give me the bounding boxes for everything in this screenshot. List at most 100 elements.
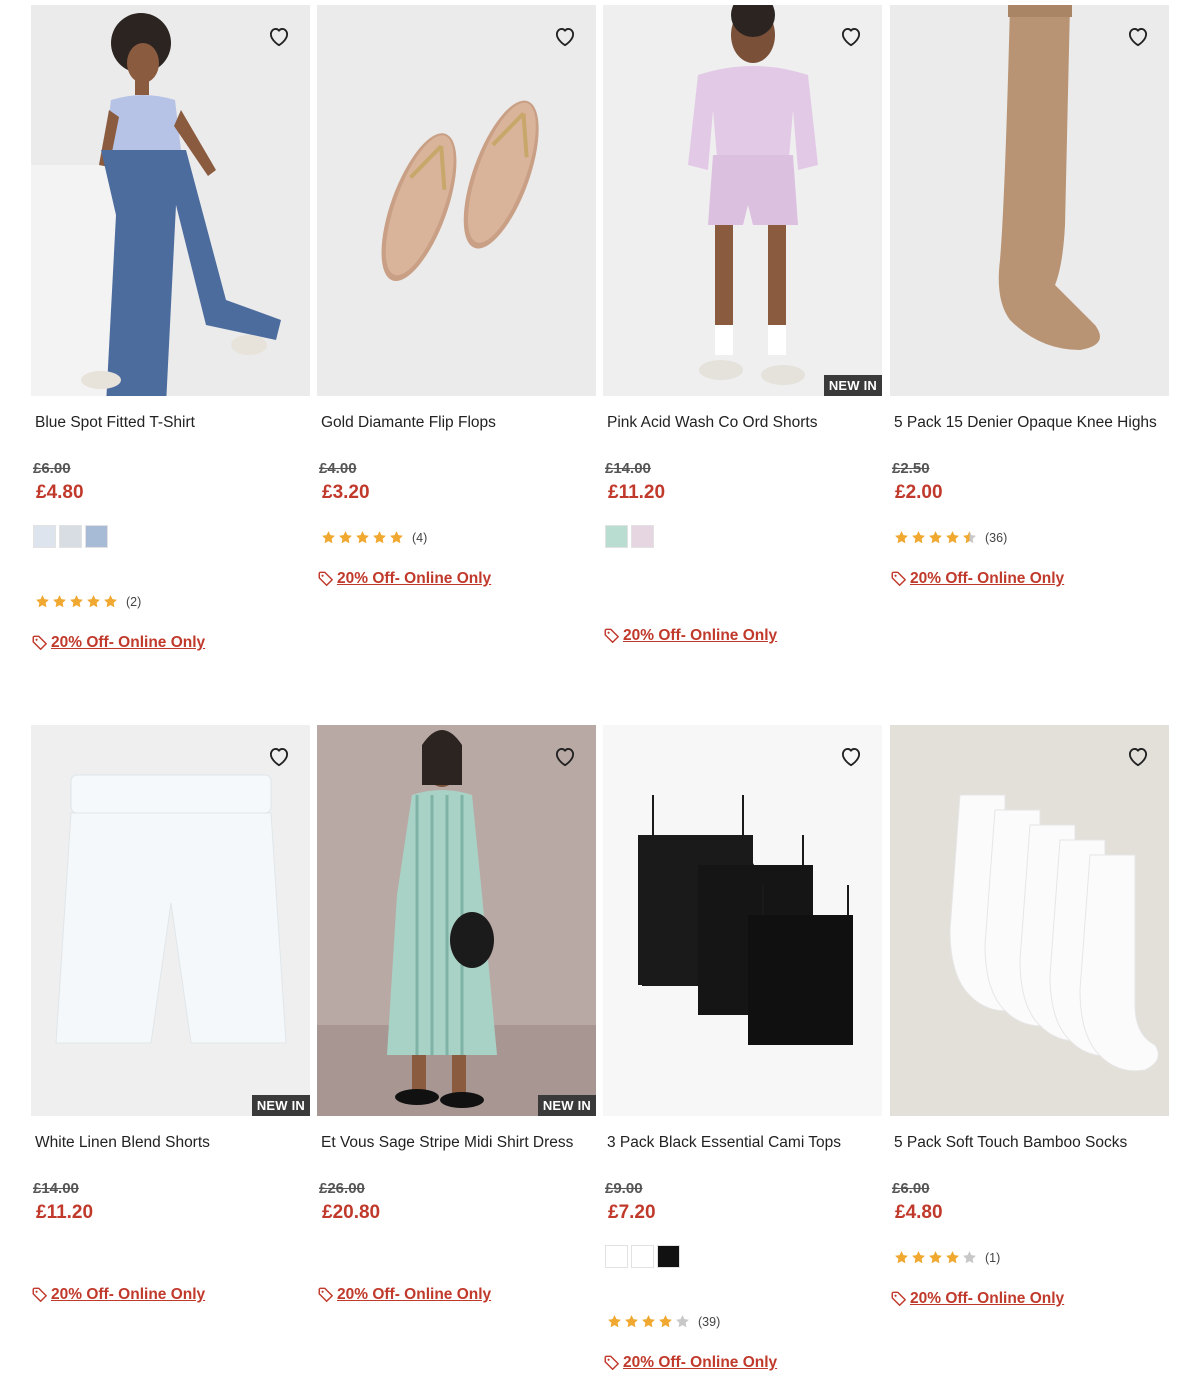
star-icon [945, 530, 960, 545]
colour-swatches [33, 525, 108, 548]
product-image[interactable]: NEW IN [317, 725, 596, 1116]
star-icon [69, 594, 84, 609]
review-count: (4) [412, 530, 428, 545]
promo-link[interactable]: 20% Off- Online Only [890, 1290, 1064, 1308]
colour-swatches [605, 525, 654, 548]
price-tag-icon [317, 570, 335, 588]
wishlist-heart-icon[interactable] [838, 23, 864, 49]
price-tag-icon [603, 627, 621, 645]
review-count: (1) [985, 1250, 1001, 1265]
new-in-badge: NEW IN [537, 1095, 596, 1116]
promo-link[interactable]: 20% Off- Online Only [890, 570, 1064, 588]
colour-swatch[interactable] [631, 525, 654, 548]
promo-link[interactable]: 20% Off- Online Only [317, 1286, 491, 1304]
colour-swatch[interactable] [85, 525, 108, 548]
product-image[interactable] [31, 5, 310, 396]
colour-swatch[interactable] [605, 1245, 628, 1268]
star-icon [607, 1314, 622, 1329]
product-image[interactable]: NEW IN [603, 5, 882, 396]
colour-swatch[interactable] [605, 525, 628, 548]
wishlist-heart-icon[interactable] [266, 23, 292, 49]
promo-label: 20% Off- Online Only [910, 570, 1065, 587]
star-rating: (2) [35, 594, 141, 609]
promo-label: 20% Off- Online Only [337, 1286, 492, 1303]
product-title[interactable]: 3 Pack Black Essential Cami Tops [607, 1134, 841, 1152]
star-rating: (1) [894, 1250, 1000, 1265]
star-icon [52, 594, 67, 609]
star-icon [894, 530, 909, 545]
star-icon [928, 1250, 943, 1265]
was-price: £14.00 [605, 460, 651, 477]
review-count: (39) [698, 1314, 721, 1329]
new-in-badge: NEW IN [251, 1095, 310, 1116]
price-tag-icon [890, 570, 908, 588]
new-in-badge: NEW IN [823, 375, 882, 396]
product-image[interactable] [317, 5, 596, 396]
star-icon [962, 1250, 977, 1265]
star-icon [86, 594, 101, 609]
star-icon [658, 1314, 673, 1329]
was-price: £6.00 [33, 460, 71, 477]
wishlist-heart-icon[interactable] [266, 743, 292, 769]
sale-price: £11.20 [608, 482, 666, 503]
was-price: £2.50 [892, 460, 930, 477]
star-icon [928, 530, 943, 545]
product-title[interactable]: Pink Acid Wash Co Ord Shorts [607, 414, 817, 432]
product-title[interactable]: Gold Diamante Flip Flops [321, 414, 496, 432]
product-title[interactable]: 5 Pack Soft Touch Bamboo Socks [894, 1134, 1127, 1152]
star-icon [103, 594, 118, 609]
product-title[interactable]: Blue Spot Fitted T-Shirt [35, 414, 195, 432]
product-title[interactable]: 5 Pack 15 Denier Opaque Knee Highs [894, 414, 1157, 432]
product-title[interactable]: White Linen Blend Shorts [35, 1134, 210, 1152]
star-icon [911, 530, 926, 545]
wishlist-heart-icon[interactable] [1125, 743, 1151, 769]
review-count: (36) [985, 530, 1008, 545]
colour-swatch[interactable] [33, 525, 56, 548]
was-price: £4.00 [319, 460, 357, 477]
star-rating: (39) [607, 1314, 720, 1329]
was-price: £14.00 [33, 1180, 79, 1197]
star-icon [911, 1250, 926, 1265]
product-image[interactable] [890, 725, 1169, 1116]
promo-link[interactable]: 20% Off- Online Only [603, 1354, 777, 1372]
promo-label: 20% Off- Online Only [337, 570, 492, 587]
was-price: £26.00 [319, 1180, 365, 1197]
price-tag-icon [603, 1354, 621, 1372]
colour-swatch[interactable] [657, 1245, 680, 1268]
price-tag-icon [31, 634, 49, 652]
sale-price: £20.80 [322, 1202, 381, 1223]
star-icon [675, 1314, 690, 1329]
star-icon [355, 530, 370, 545]
sale-price: £2.00 [895, 482, 943, 503]
product-image[interactable] [890, 5, 1169, 396]
colour-swatches [605, 1245, 680, 1268]
wishlist-heart-icon[interactable] [838, 743, 864, 769]
wishlist-heart-icon[interactable] [552, 23, 578, 49]
price-tag-icon [31, 1286, 49, 1304]
colour-swatch[interactable] [59, 525, 82, 548]
wishlist-heart-icon[interactable] [552, 743, 578, 769]
promo-link[interactable]: 20% Off- Online Only [31, 634, 205, 652]
product-title[interactable]: Et Vous Sage Stripe Midi Shirt Dress [321, 1134, 573, 1152]
star-icon [338, 530, 353, 545]
promo-link[interactable]: 20% Off- Online Only [603, 627, 777, 645]
promo-link[interactable]: 20% Off- Online Only [317, 570, 491, 588]
promo-label: 20% Off- Online Only [910, 1290, 1065, 1307]
review-count: (2) [126, 594, 142, 609]
star-icon [641, 1314, 656, 1329]
promo-label: 20% Off- Online Only [623, 627, 778, 644]
sale-price: £4.80 [36, 482, 84, 503]
was-price: £9.00 [605, 1180, 643, 1197]
promo-label: 20% Off- Online Only [623, 1354, 778, 1371]
promo-link[interactable]: 20% Off- Online Only [31, 1286, 205, 1304]
product-image[interactable]: NEW IN [31, 725, 310, 1116]
star-icon [945, 1250, 960, 1265]
star-icon [894, 1250, 909, 1265]
product-image[interactable] [603, 725, 882, 1116]
was-price: £6.00 [892, 1180, 930, 1197]
star-icon [389, 530, 404, 545]
colour-swatch[interactable] [631, 1245, 654, 1268]
promo-label: 20% Off- Online Only [51, 634, 206, 651]
star-rating: (36) [894, 530, 1007, 545]
wishlist-heart-icon[interactable] [1125, 23, 1151, 49]
